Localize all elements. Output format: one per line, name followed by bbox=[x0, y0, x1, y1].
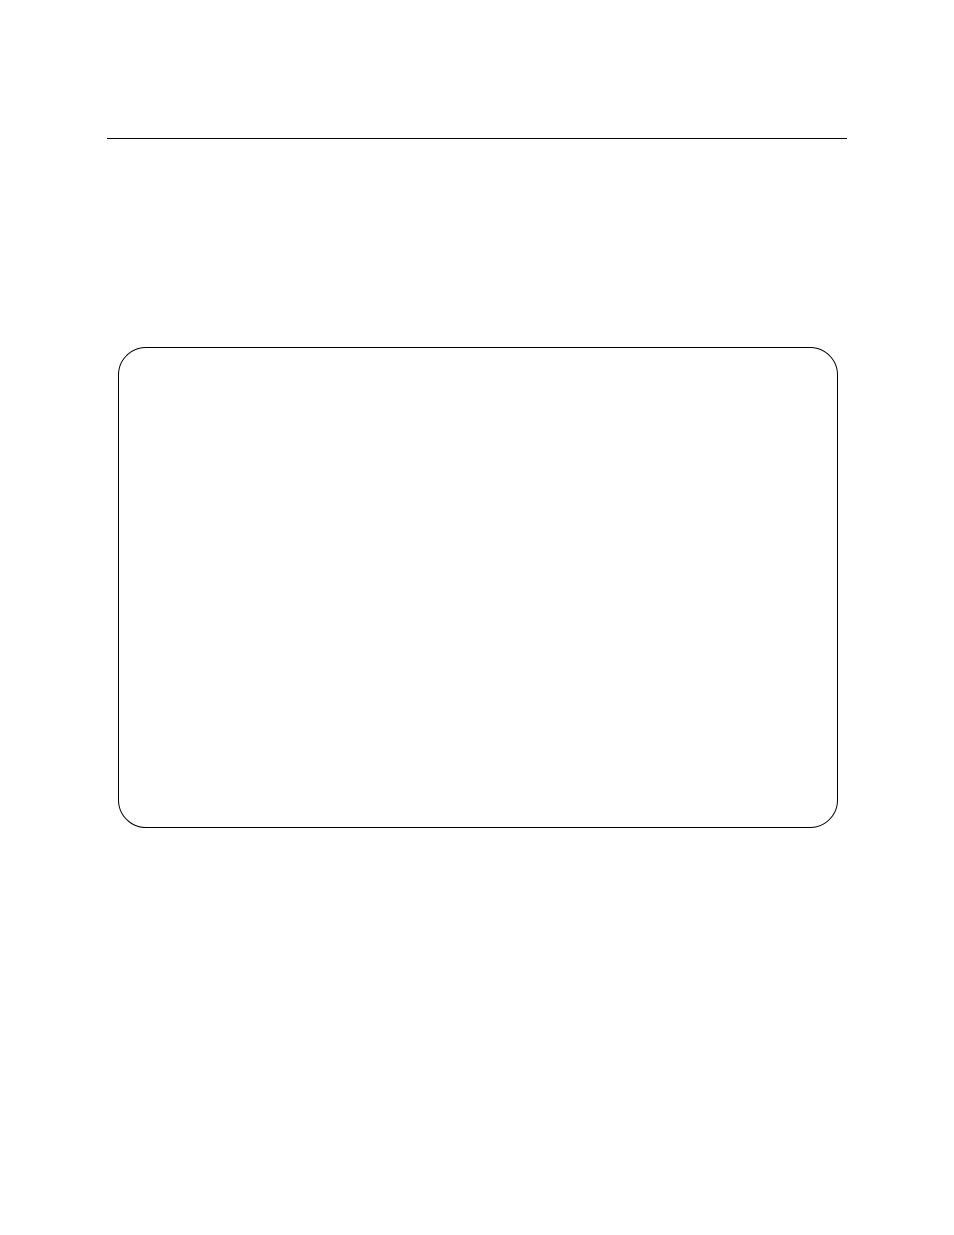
content-box-outline bbox=[118, 347, 838, 828]
horizontal-rule bbox=[107, 138, 847, 139]
